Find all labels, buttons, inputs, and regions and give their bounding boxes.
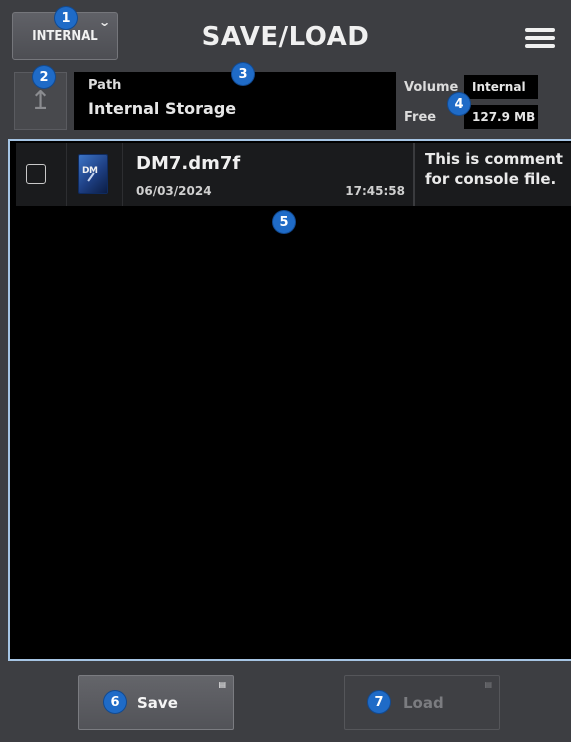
callout-5: 5 [273,211,295,233]
menu-icon[interactable] [525,28,555,48]
free-space-value: 127.9 MB [464,105,538,129]
callout-3: 3 [232,63,254,85]
callout-4: 4 [448,93,470,115]
volume-label: Volume [404,80,459,95]
free-label: Free [404,110,437,125]
page-title: SAVE/LOAD [201,22,370,52]
dm-icon-text: DM [82,166,98,176]
file-row[interactable]: DM DM7.dm7f 06/03/2024 17:45:58 This is … [16,143,571,206]
callout-2: 2 [33,66,55,88]
select-cell [16,143,67,206]
arrow-up-icon: ↥ [29,86,52,116]
file-info-cell[interactable]: DM7.dm7f 06/03/2024 17:45:58 [123,143,413,206]
file-comment[interactable]: This is comment for console file. [413,143,571,206]
file-name: DM7.dm7f [136,153,241,174]
save-button-label: Save [137,693,178,712]
file-select-checkbox[interactable] [26,164,46,184]
callout-6: 6 [104,691,126,713]
path-value: Internal Storage [88,99,237,118]
volume-value: Internal [464,75,538,99]
file-time: 17:45:58 [345,184,405,198]
load-button-label: Load [403,693,444,712]
popup-indicator-icon: ▤ [484,680,492,689]
dm-file-icon: DM [79,155,107,193]
file-date: 06/03/2024 [136,184,212,198]
callout-1: 1 [55,7,77,29]
save-button[interactable]: Save ▤ [78,675,234,730]
file-icon-cell: DM [68,143,123,206]
popup-indicator-icon: ▤ [218,680,226,689]
callout-7: 7 [368,691,390,713]
